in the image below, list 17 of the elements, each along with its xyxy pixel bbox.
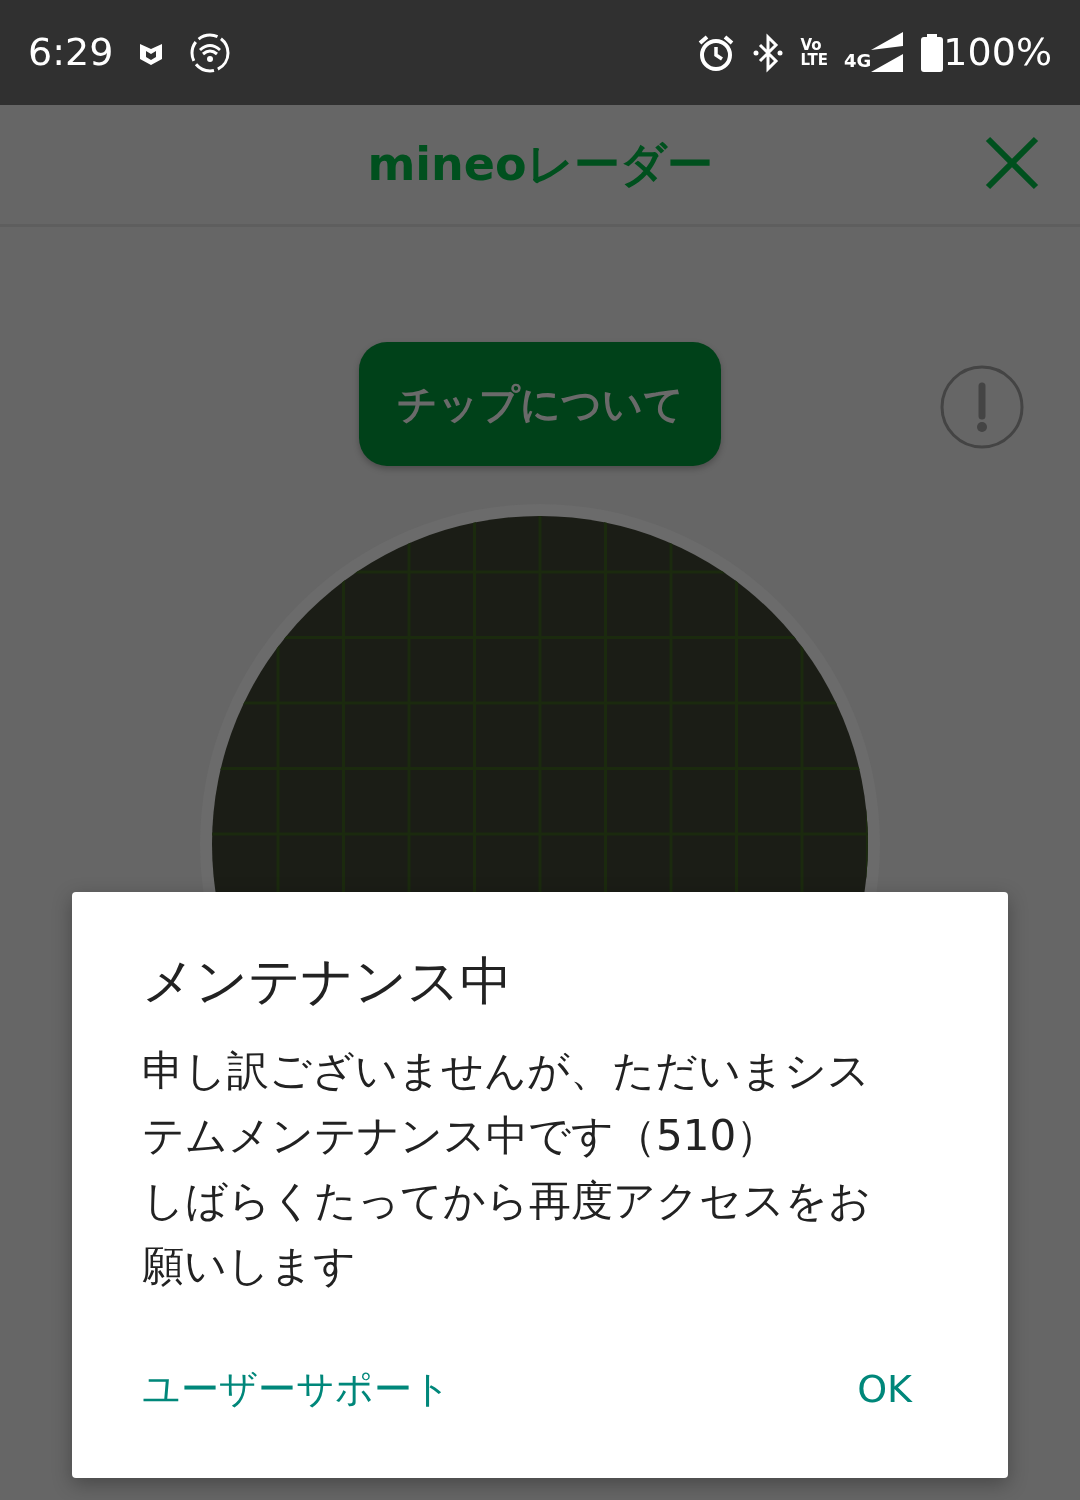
close-button[interactable] — [984, 135, 1040, 191]
battery-percent: 100% — [943, 29, 1052, 76]
signal-icon — [871, 31, 906, 74]
ok-button[interactable]: OK — [857, 1361, 912, 1418]
dialog-message: 申し訳ございませんが、ただいまシステムメンテナンス中です（510） — [142, 1044, 871, 1162]
volte-label: Vo — [800, 37, 822, 53]
bluetooth-icon — [752, 32, 785, 73]
clock-time: 6:29 — [28, 29, 114, 76]
support-link-button[interactable]: ユーザーサポート — [142, 1361, 451, 1418]
info-icon[interactable] — [939, 364, 1025, 450]
wifi-icon — [189, 31, 232, 74]
dialog-message: しばらくたってから再度アクセスをお願いします — [142, 1174, 872, 1292]
lte-label: LTE — [800, 52, 829, 68]
app-title: mineoレーダー — [367, 136, 713, 193]
network-type: 4G — [844, 48, 872, 73]
dialog-title: メンテナンス中 — [142, 950, 513, 1013]
battery-icon — [921, 33, 944, 72]
